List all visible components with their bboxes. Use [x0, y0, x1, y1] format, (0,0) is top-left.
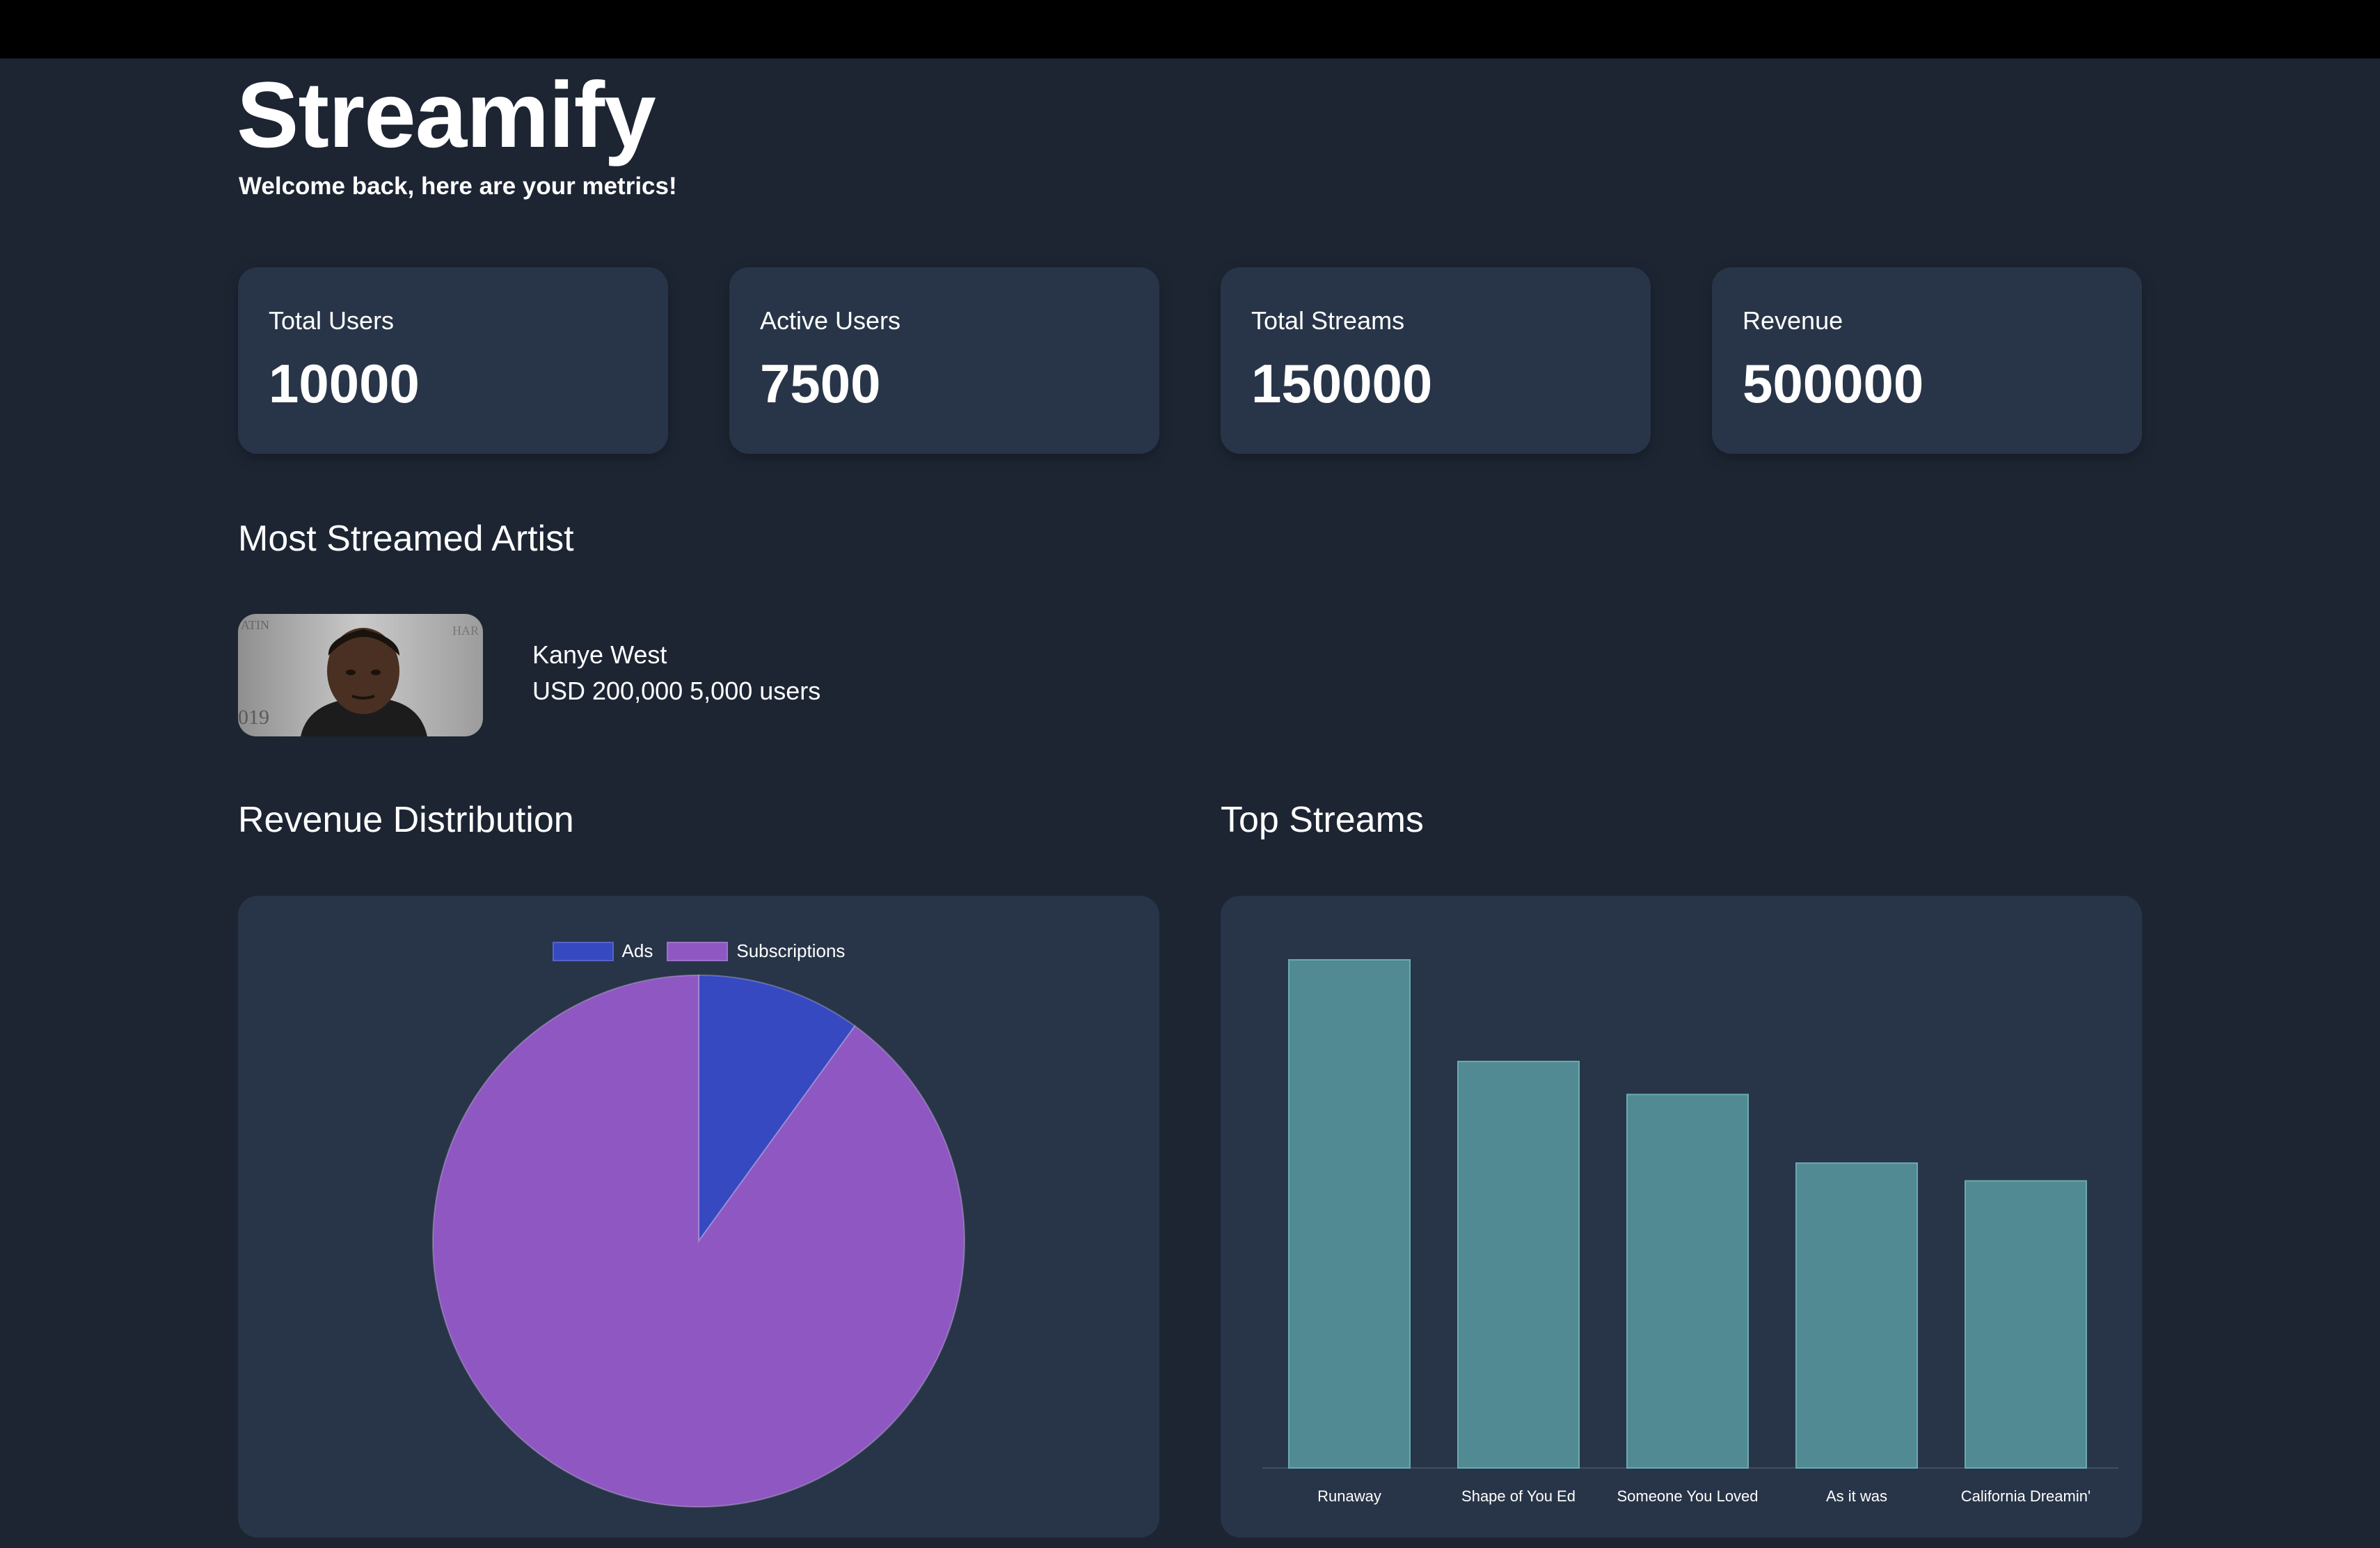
bar-chart: Runaway Shape of You Ed Someone You Loved A… — [1262, 959, 2118, 1505]
svg-text:ATIN: ATIN — [241, 618, 269, 632]
stat-value: 10000 — [269, 353, 420, 414]
svg-text:019: 019 — [238, 706, 269, 729]
revenue-pie-chart-card: Ads Subscriptions — [238, 896, 1159, 1538]
bar-tick-label: Runaway — [1317, 1487, 1381, 1505]
bar[interactable] — [1626, 1093, 1749, 1469]
stat-value: 7500 — [760, 353, 881, 414]
bar-tick-label: California Dreamin' — [1961, 1487, 2091, 1505]
stat-card-active-users: Active Users 7500 — [729, 267, 1159, 454]
stat-card-total-users: Total Users 10000 — [238, 267, 668, 454]
stat-label: Revenue — [1743, 306, 1843, 335]
stat-label: Active Users — [760, 306, 901, 335]
stat-value: 500000 — [1743, 353, 1924, 414]
svg-text:HAR: HAR — [452, 624, 479, 638]
bar[interactable] — [1965, 1180, 2087, 1469]
bar-tick-label: Someone You Loved — [1617, 1487, 1758, 1505]
stat-label: Total Streams — [1251, 306, 1405, 335]
top-bar — [0, 0, 2380, 58]
stat-card-revenue: Revenue 500000 — [1712, 267, 2142, 454]
pie-slice-subscriptions[interactable] — [432, 974, 965, 1508]
pie-chart — [432, 974, 965, 1508]
app-title: Streamify — [237, 63, 656, 167]
stat-label: Total Users — [269, 306, 395, 335]
bar[interactable] — [1795, 1162, 1918, 1469]
artist-photo: ATIN HAR 019 — [238, 614, 483, 736]
bar-tick-label: Shape of You Ed — [1461, 1487, 1576, 1505]
artist-name: Kanye West — [532, 640, 667, 669]
app-subtitle: Welcome back, here are your metrics! — [239, 173, 677, 200]
bar-tick-label: As it was — [1826, 1487, 1887, 1505]
bar[interactable] — [1457, 1061, 1580, 1469]
bar[interactable] — [1288, 959, 1411, 1469]
revenue-distribution-title: Revenue Distribution — [238, 800, 574, 840]
top-streams-title: Top Streams — [1221, 800, 1424, 840]
stat-value: 150000 — [1251, 353, 1433, 414]
most-streamed-artist-title: Most Streamed Artist — [238, 519, 574, 559]
stat-card-total-streams: Total Streams 150000 — [1221, 267, 1651, 454]
top-streams-bar-chart-card: Runaway Shape of You Ed Someone You Loved A… — [1221, 896, 2142, 1538]
artist-stats: USD 200,000 5,000 users — [532, 677, 821, 705]
